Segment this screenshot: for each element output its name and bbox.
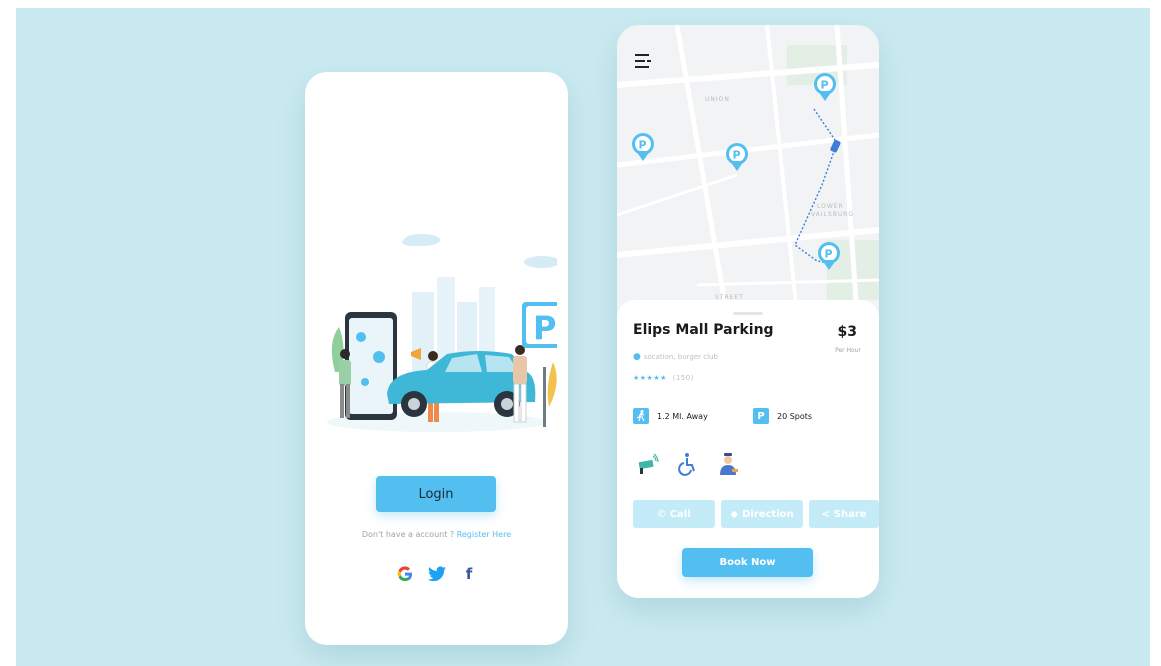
rating-count: (150) bbox=[672, 374, 694, 382]
wheelchair-accessible-icon bbox=[678, 453, 695, 476]
direction-label: Direction bbox=[742, 508, 794, 520]
location-pin-icon: ● bbox=[633, 352, 641, 362]
distance-text: 1.2 Ml. Away bbox=[657, 411, 708, 421]
menu-icon[interactable] bbox=[635, 53, 653, 69]
book-now-button[interactable]: Book Now bbox=[682, 548, 813, 577]
login-button[interactable]: Login bbox=[376, 476, 496, 512]
parking-detail-screen: UNION LOWER VAILSBURG STREET P P P P Eli… bbox=[617, 25, 879, 598]
security-guard-icon bbox=[720, 453, 738, 475]
cctv-camera-icon bbox=[638, 453, 659, 474]
map-label-union: UNION bbox=[705, 96, 730, 103]
google-icon[interactable] bbox=[395, 564, 415, 584]
share-icon: < bbox=[821, 508, 830, 520]
distance-info: 1.2 Ml. Away bbox=[633, 408, 708, 424]
action-buttons: ✆ Call ◆ Direction < Share bbox=[633, 500, 879, 528]
svg-text:P: P bbox=[533, 309, 556, 347]
svg-text:P: P bbox=[639, 139, 647, 152]
phone-icon: ✆ bbox=[657, 508, 666, 520]
share-label: Share bbox=[833, 508, 867, 520]
svg-text:P: P bbox=[733, 149, 741, 162]
sheet-handle[interactable] bbox=[733, 312, 763, 315]
call-button[interactable]: ✆ Call bbox=[633, 500, 715, 528]
background bbox=[16, 8, 1150, 666]
svg-text:P: P bbox=[825, 248, 833, 261]
rating: ★★★★★ (150) bbox=[633, 374, 694, 382]
direction-icon: ◆ bbox=[730, 508, 739, 520]
parking-price: $3 bbox=[837, 324, 857, 340]
parking-title: Elips Mall Parking bbox=[633, 322, 774, 338]
facebook-icon[interactable]: f bbox=[459, 564, 479, 584]
map-view[interactable]: UNION LOWER VAILSBURG STREET P P P P bbox=[617, 25, 879, 315]
map-label-lower: LOWER bbox=[817, 203, 844, 210]
share-button[interactable]: < Share bbox=[809, 500, 879, 528]
login-screen: P Login Don't have a account ? Register … bbox=[305, 72, 568, 645]
register-prompt-text: Don't have a account ? bbox=[361, 530, 455, 539]
parking-icon: P bbox=[753, 408, 769, 424]
walking-icon bbox=[633, 408, 649, 424]
spots-info: P 20 Spots bbox=[753, 408, 812, 424]
register-prompt: Don't have a account ? Register Here bbox=[305, 530, 568, 539]
twitter-icon[interactable] bbox=[427, 564, 447, 584]
map-label-vailsburg: VAILSBURG bbox=[811, 211, 854, 218]
parking-detail-sheet: Elips Mall Parking $3 Per Hour ● socatio… bbox=[617, 300, 879, 598]
amenities bbox=[637, 452, 739, 476]
call-label: Call bbox=[669, 508, 691, 520]
star-rating: ★★★★★ bbox=[633, 374, 667, 382]
location-text: socation, burger club bbox=[643, 353, 718, 361]
social-login: f bbox=[395, 564, 479, 584]
register-link[interactable]: Register Here bbox=[457, 530, 511, 539]
spots-text: 20 Spots bbox=[777, 411, 813, 421]
price-unit: Per Hour bbox=[835, 347, 861, 354]
svg-text:P: P bbox=[821, 79, 829, 92]
parking-location: ● socation, burger club bbox=[633, 352, 718, 362]
direction-button[interactable]: ◆ Direction bbox=[721, 500, 803, 528]
